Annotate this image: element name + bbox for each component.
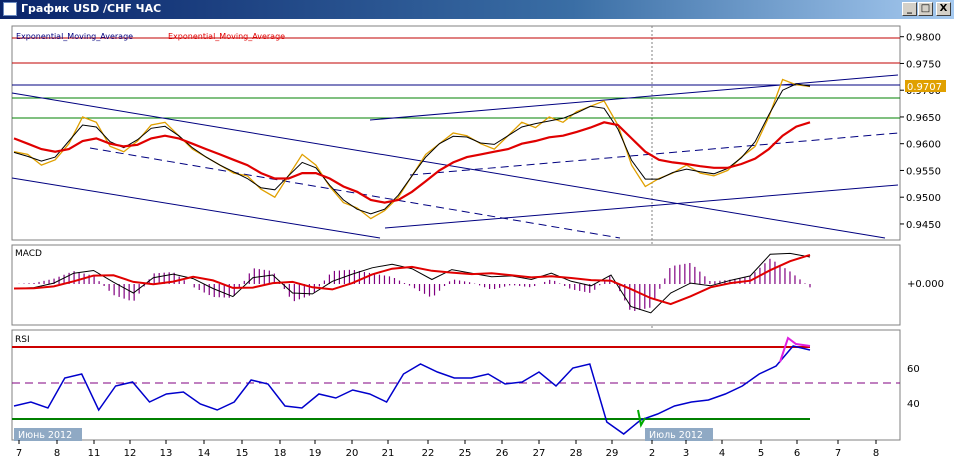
time-tick-label: 26 xyxy=(496,448,509,459)
month-label-left: Июнь 2012 xyxy=(18,430,72,441)
rsi-panel[interactable]: RSI 60 40 Июнь 2012 Июль 2012 xyxy=(11,329,920,441)
close-button[interactable]: X xyxy=(936,2,951,16)
price-tick-label: 0.9550 xyxy=(906,166,941,177)
price-tick-label: 0.9450 xyxy=(906,220,941,231)
time-tick-label: 8 xyxy=(54,448,60,459)
time-tick-label: 15 xyxy=(236,448,249,459)
time-tick-label: 28 xyxy=(570,448,583,459)
price-tick-label: 0.9600 xyxy=(906,140,941,151)
rsi-label: RSI xyxy=(15,335,30,345)
minimize-button[interactable]: _ xyxy=(902,2,917,16)
chart-window-icon xyxy=(3,2,17,16)
time-tick-label: 7 xyxy=(835,448,841,459)
price-tick-label: 0.9800 xyxy=(906,33,941,44)
time-tick-label: 5 xyxy=(758,448,764,459)
time-tick-label: 7 xyxy=(16,448,22,459)
price-axis: 0.98000.97500.97000.96500.96000.95500.95… xyxy=(900,33,941,231)
rsi-tick-40: 40 xyxy=(907,399,920,410)
time-tick-label: 3 xyxy=(683,448,689,459)
time-tick-label: 4 xyxy=(719,448,725,459)
chart-canvas[interactable]: Exponential_Moving_Average Exponential_M… xyxy=(0,19,954,464)
time-tick-label: 19 xyxy=(309,448,322,459)
macd-label: MACD xyxy=(15,249,42,259)
time-tick-label: 21 xyxy=(382,448,395,459)
macd-panel[interactable]: MACD +0.000 xyxy=(11,244,944,326)
time-tick-label: 20 xyxy=(346,448,359,459)
ema-legend-1: Exponential_Moving_Average xyxy=(16,32,133,41)
time-tick-label: 6 xyxy=(794,448,800,459)
time-tick-label: 11 xyxy=(88,448,101,459)
price-tick-label: 0.9750 xyxy=(906,59,941,70)
maximize-button[interactable]: □ xyxy=(918,2,933,16)
chart-client-area[interactable]: Exponential_Moving_Average Exponential_M… xyxy=(0,19,954,464)
time-tick-label: 13 xyxy=(160,448,173,459)
macd-zero-tick: +0.000 xyxy=(907,279,944,290)
time-tick-label: 14 xyxy=(198,448,211,459)
time-tick-label: 2 xyxy=(649,448,655,459)
window-title-bar: График USD /CHF ЧАС _ □ X xyxy=(0,0,954,19)
price-tick-label: 0.9500 xyxy=(906,193,941,204)
month-label-right: Июль 2012 xyxy=(649,430,703,441)
time-tick-label: 25 xyxy=(459,448,472,459)
time-tick-label: 27 xyxy=(533,448,546,459)
time-tick-label: 12 xyxy=(124,448,137,459)
time-tick-label: 29 xyxy=(606,448,619,459)
current-price-label: 0.9707 xyxy=(907,82,942,93)
time-tick-label: 8 xyxy=(873,448,879,459)
macd-panel-frame xyxy=(11,244,901,326)
price-tick-label: 0.9650 xyxy=(906,113,941,124)
time-axis: 7 8 11 12 13 14 15 18 19 20 21 22 25 26 27 28 29 2 3 4 5 6 7 8 xyxy=(16,440,879,459)
window-title: График USD /CHF ЧАС xyxy=(21,2,162,15)
time-tick-label: 18 xyxy=(274,448,287,459)
ema-legend-2: Exponential_Moving_Average xyxy=(168,32,285,41)
rsi-tick-60: 60 xyxy=(907,364,920,375)
time-tick-label: 22 xyxy=(422,448,435,459)
